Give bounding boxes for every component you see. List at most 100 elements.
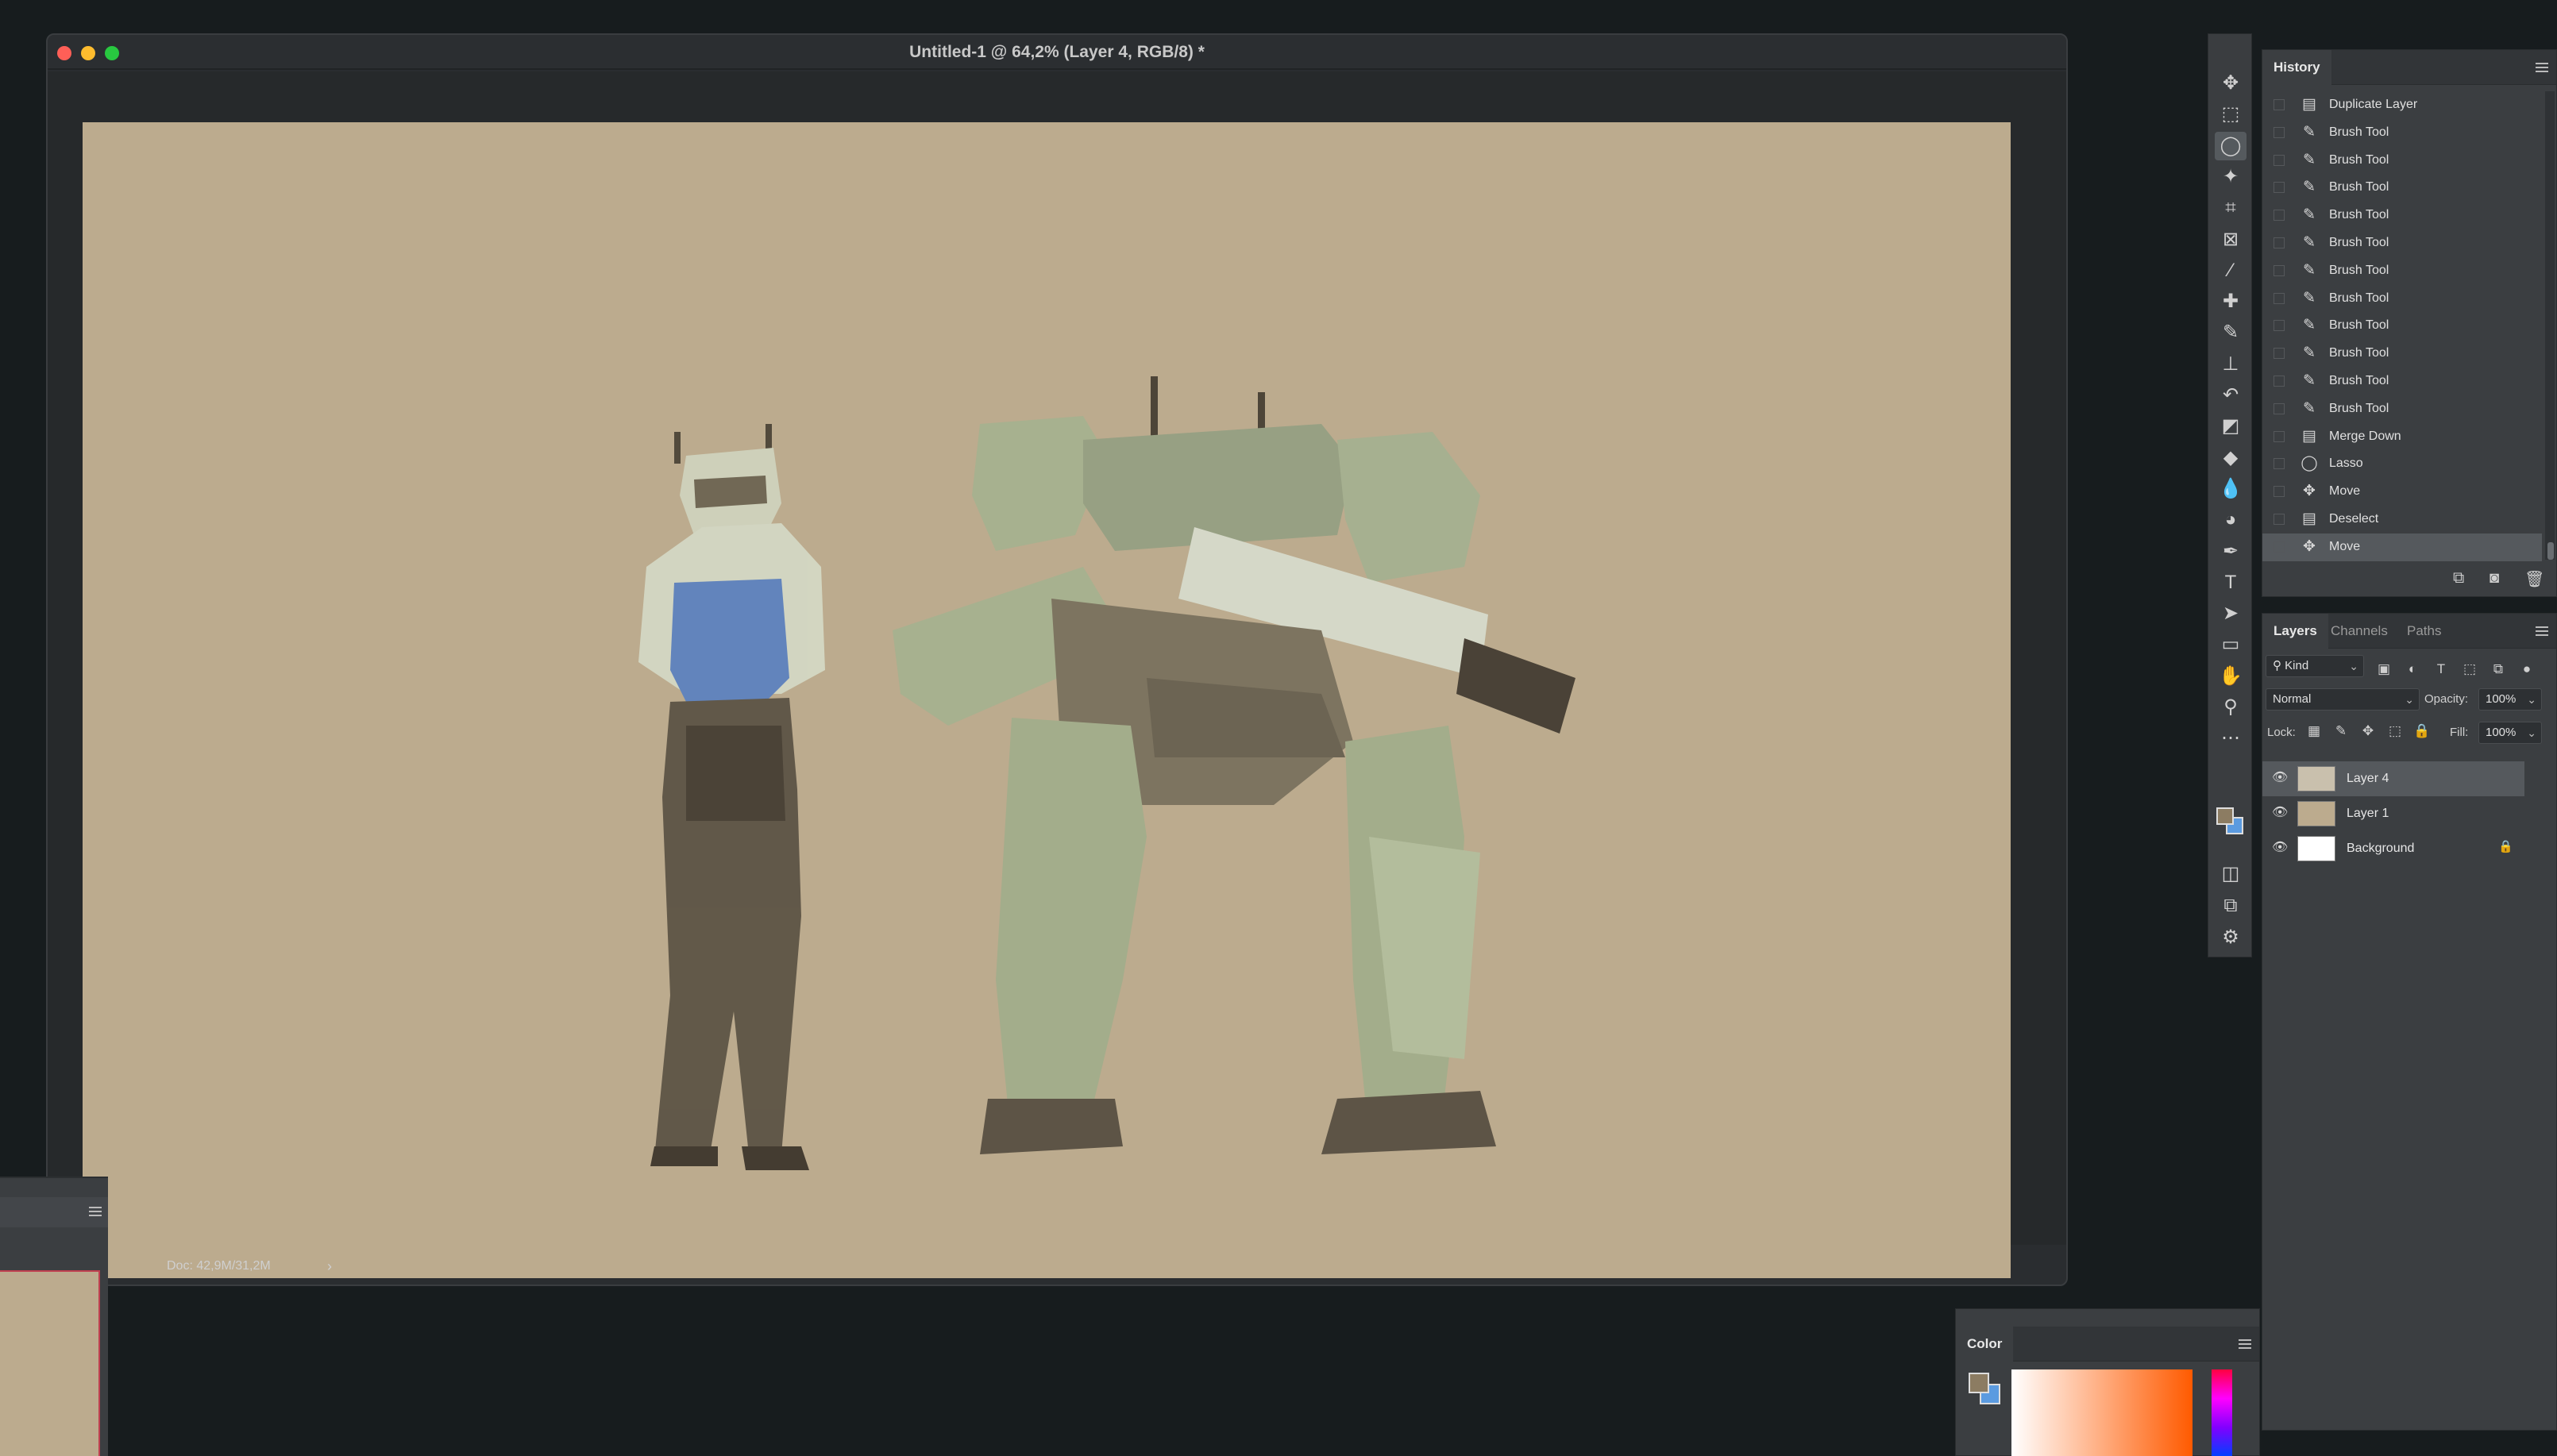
type-tool-icon[interactable]: T [2215, 568, 2247, 597]
path-selection-icon[interactable]: ➤ [2215, 599, 2247, 628]
crop-tool-icon[interactable]: ⌗ [2215, 194, 2247, 222]
history-state[interactable]: ✎ Brush Tool [2262, 368, 2542, 395]
foreground-color-swatch[interactable] [1969, 1373, 1989, 1393]
history-state[interactable]: ✎ Brush Tool [2262, 174, 2542, 202]
history-state[interactable]: ▤ Duplicate Layer [2262, 91, 2542, 119]
history-brush-icon[interactable]: ↶ [2215, 381, 2247, 410]
history-state[interactable]: ✎ Brush Tool [2262, 147, 2542, 175]
snapshot-source-box[interactable] [2274, 375, 2285, 387]
history-state[interactable]: ✎ Brush Tool [2262, 202, 2542, 229]
lock-artboard-icon[interactable]: ⬚ [2386, 723, 2404, 742]
snapshot-source-box[interactable] [2274, 541, 2285, 553]
snapshot-source-box[interactable] [2274, 210, 2285, 221]
screen-mode-icon[interactable]: ⧉ [2215, 892, 2247, 920]
dodge-tool-icon[interactable]: ◕ [2215, 506, 2247, 534]
rectangle-tool-icon[interactable]: ▭ [2215, 630, 2247, 659]
opacity-input[interactable]: 100% ⌄ [2478, 688, 2542, 711]
smart-object-filter-icon[interactable]: ⧉ [2490, 661, 2507, 680]
history-state[interactable]: ✎ Brush Tool [2262, 119, 2542, 147]
tab-history[interactable]: History [2262, 50, 2331, 85]
panel-menu-icon[interactable] [89, 1207, 102, 1216]
snapshot-source-box[interactable] [2274, 513, 2285, 525]
healing-brush-icon[interactable]: ✚ [2215, 287, 2247, 316]
camera-raw-icon[interactable]: ⚙ [2215, 923, 2247, 952]
layer-row[interactable]: 👁 Layer 4 [2262, 761, 2524, 796]
snapshot-source-box[interactable] [2274, 430, 2285, 442]
hand-tool-icon[interactable]: ✋ [2215, 662, 2247, 691]
pixel-filter-icon[interactable]: ▣ [2375, 661, 2393, 680]
tab-channels[interactable]: Channels [2320, 614, 2399, 649]
history-state[interactable]: ✎ Brush Tool [2262, 257, 2542, 285]
hue-slider[interactable] [2212, 1369, 2232, 1456]
eraser-icon[interactable]: ◩ [2215, 412, 2247, 441]
layer-name[interactable]: Background [2347, 831, 2414, 866]
history-state[interactable]: ✎ Brush Tool [2262, 229, 2542, 257]
foreground-background-swatches[interactable] [1969, 1373, 2004, 1408]
fill-input[interactable]: 100% ⌄ [2478, 722, 2542, 744]
status-chevron-icon[interactable]: › [327, 1258, 332, 1275]
camera-icon[interactable]: ◙ [2490, 569, 2499, 587]
eye-icon[interactable]: 👁 [2272, 769, 2288, 785]
new-document-from-state-icon[interactable]: ⧉ [2453, 569, 2464, 587]
panel-menu-icon[interactable] [2536, 63, 2548, 72]
history-state[interactable]: ✎ Brush Tool [2262, 285, 2542, 313]
canvas[interactable] [83, 122, 2011, 1278]
eye-icon[interactable]: 👁 [2272, 839, 2288, 855]
zoom-tool-icon[interactable]: ⚲ [2215, 693, 2247, 722]
lock-transparent-icon[interactable]: ▦ [2305, 723, 2323, 742]
canvas-area[interactable] [48, 71, 2066, 1278]
snapshot-source-box[interactable] [2274, 182, 2285, 194]
snapshot-source-box[interactable] [2274, 320, 2285, 332]
brush-tool-icon[interactable]: ✎ [2215, 318, 2247, 347]
snapshot-source-box[interactable] [2274, 458, 2285, 470]
type-filter-icon[interactable]: T [2432, 661, 2450, 680]
trash-icon[interactable]: 🗑 [2524, 569, 2544, 589]
lock-icon[interactable]: 🔒 [2498, 839, 2513, 853]
snapshot-source-box[interactable] [2274, 126, 2285, 138]
toolbar-color-swatches[interactable] [2216, 807, 2245, 836]
color-spectrum[interactable] [2011, 1369, 2193, 1456]
document-titlebar[interactable]: Untitled-1 @ 64,2% (Layer 4, RGB/8) * [48, 35, 2066, 70]
foreground-color-swatch[interactable] [2216, 807, 2234, 825]
pen-tool-icon[interactable]: ✒ [2215, 537, 2247, 566]
panel-menu-icon[interactable] [2536, 626, 2548, 636]
blur-tool-icon[interactable]: 💧 [2215, 475, 2247, 503]
panel-menu-icon[interactable] [2239, 1339, 2251, 1349]
snapshot-source-box[interactable] [2274, 348, 2285, 360]
layer-name[interactable]: Layer 1 [2347, 796, 2389, 831]
lock-position-icon[interactable]: ✥ [2359, 723, 2377, 742]
layer-row[interactable]: 👁 Background 🔒 [2262, 831, 2524, 866]
eye-icon[interactable]: 👁 [2272, 804, 2288, 820]
layer-thumbnail[interactable] [2297, 766, 2335, 792]
snapshot-source-box[interactable] [2274, 237, 2285, 248]
paint-bucket-icon[interactable]: ◆ [2215, 444, 2247, 472]
history-state[interactable]: ▤ Merge Down [2262, 423, 2542, 451]
tab-paths[interactable]: Paths [2396, 614, 2452, 649]
tab-color[interactable]: Color [1956, 1327, 2014, 1362]
navigator-preview[interactable] [0, 1270, 100, 1456]
history-state[interactable]: ✎ Brush Tool [2262, 340, 2542, 368]
filter-toggle-icon[interactable]: ● [2518, 661, 2536, 680]
history-state[interactable]: ✎ Brush Tool [2262, 312, 2542, 340]
history-scrollbar[interactable] [2545, 91, 2555, 560]
history-state[interactable]: ✥ Move [2262, 533, 2542, 561]
layer-thumbnail[interactable] [2297, 836, 2335, 861]
adjustment-filter-icon[interactable]: ◐ [2404, 661, 2421, 680]
snapshot-source-box[interactable] [2274, 99, 2285, 110]
history-state[interactable]: ✎ Brush Tool [2262, 395, 2542, 423]
shape-filter-icon[interactable]: ⬚ [2461, 661, 2478, 680]
history-state[interactable]: ◯ Lasso [2262, 450, 2542, 478]
magic-wand-icon[interactable]: ✦ [2215, 163, 2247, 191]
history-scrollbar-thumb[interactable] [2547, 542, 2554, 560]
more-tools-icon[interactable]: ⋯ [2215, 724, 2247, 753]
snapshot-source-box[interactable] [2274, 403, 2285, 414]
lock-all-icon[interactable]: 🔒 [2413, 723, 2431, 742]
quick-mask-icon[interactable]: ◫ [2215, 860, 2247, 888]
move-tool-icon[interactable]: ✥ [2215, 69, 2247, 98]
lock-image-icon[interactable]: ✎ [2332, 723, 2350, 742]
blend-mode-select[interactable]: Normal ⌄ [2266, 688, 2420, 711]
layer-name[interactable]: Layer 4 [2347, 761, 2389, 796]
clone-stamp-icon[interactable]: ⊥ [2215, 350, 2247, 379]
frame-tool-icon[interactable]: ⊠ [2215, 225, 2247, 254]
lasso-tool-icon[interactable]: ◯ [2215, 131, 2247, 160]
